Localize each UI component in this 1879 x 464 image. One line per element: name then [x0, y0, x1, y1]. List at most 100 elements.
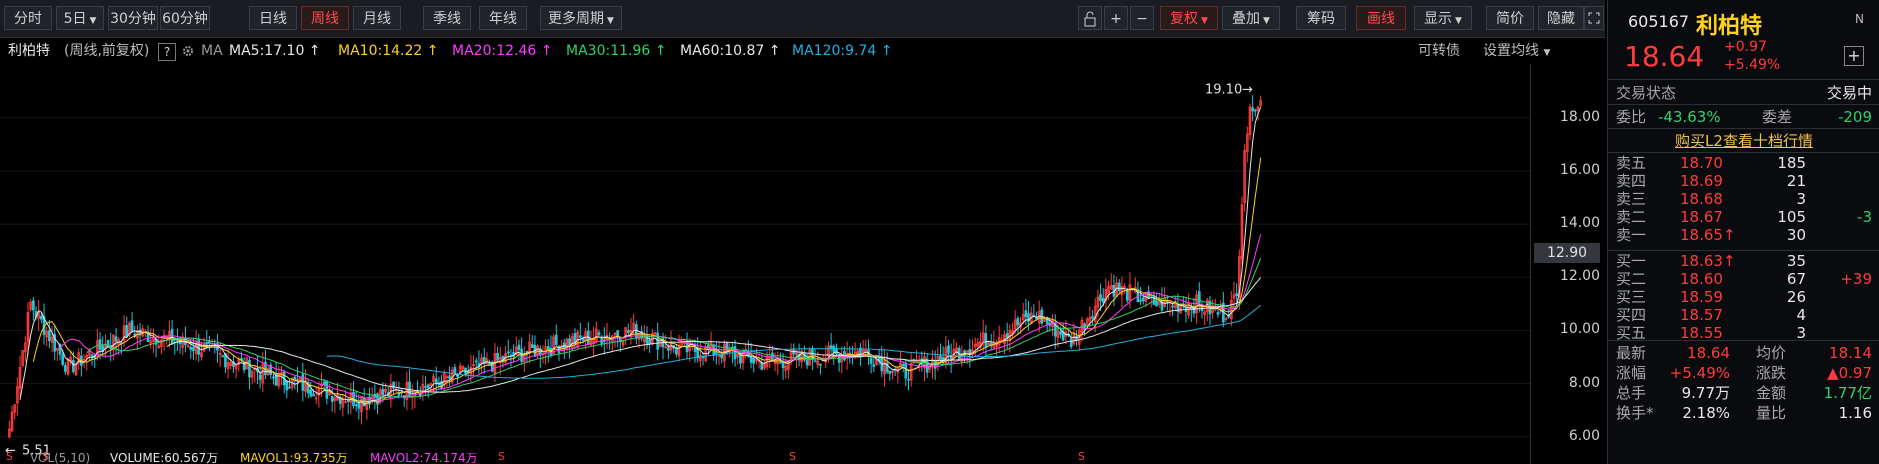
candle-body [1005, 333, 1009, 338]
candle-body [597, 332, 601, 336]
bid-volume: 26 [1786, 288, 1806, 306]
chevron-down-icon: ▼ [1263, 16, 1270, 26]
convertible-bond-link[interactable]: 可转债 [1418, 38, 1460, 64]
period-tab-fenshi[interactable]: 分时 [4, 6, 52, 30]
candle-body [530, 344, 534, 348]
overlay-dropdown[interactable]: 叠加 ▼ [1222, 6, 1280, 30]
bid-label: 买二 [1616, 270, 1647, 288]
candle-body [984, 333, 988, 349]
mavol1-value: MAVOL1:93.735万 [240, 453, 348, 464]
candle-body [546, 346, 550, 351]
candle-body [426, 384, 430, 388]
price-change-pct: +5.49% [1724, 57, 1781, 73]
bid-row[interactable]: 买三 18.59 26 [1608, 288, 1879, 306]
ask-row[interactable]: 卖二 18.67 105 -3 [1608, 208, 1879, 226]
set-ma-dropdown[interactable]: 设置均线 ▼ [1483, 38, 1550, 66]
bid-row[interactable]: 买四 18.57 4 [1608, 306, 1879, 324]
candle-body [325, 380, 329, 399]
candle-body [554, 334, 558, 345]
candle-body [1171, 305, 1174, 308]
candle-body [1016, 318, 1020, 326]
period-tab-weekly[interactable]: 周线 [301, 6, 349, 30]
period-tab-monthly[interactable]: 月线 [353, 6, 401, 30]
candle-body [517, 344, 521, 350]
ask-row[interactable]: 卖四 18.69 21 [1608, 172, 1879, 190]
candle-body [656, 332, 660, 350]
buy-l2-link[interactable]: 购买L2查看十档行情 [1608, 130, 1879, 152]
y-tick-label: 10.00 [1559, 321, 1600, 338]
period-tab-30min[interactable]: 30分钟 [108, 6, 158, 30]
lock-icon[interactable] [1078, 6, 1102, 30]
ask-volume: 185 [1777, 154, 1806, 172]
stat-row: 最新 18.64 均价 18.14 [1608, 344, 1879, 362]
bid-price: 18.57 [1680, 306, 1723, 324]
stat-value: ▲0.97 [1827, 364, 1872, 382]
candle-body [434, 378, 438, 384]
ask-label: 卖二 [1616, 208, 1647, 226]
volume-value: VOLUME:60.567万 [110, 453, 219, 464]
period-tab-daily[interactable]: 日线 [249, 6, 297, 30]
stat-label: 总手 [1616, 384, 1647, 402]
display-dropdown[interactable]: 显示 ▼ [1414, 6, 1472, 30]
candle-body [72, 360, 75, 372]
chip-distribution-button[interactable]: 筹码 [1296, 6, 1346, 30]
expand-icon[interactable] [1584, 6, 1604, 30]
ask-label: 卖五 [1616, 154, 1647, 172]
chevron-down-icon: ▼ [607, 16, 614, 26]
ask-volume: 21 [1786, 172, 1806, 190]
period-tab-60min[interactable]: 60分钟 [160, 6, 210, 30]
bid-price: 18.59 [1680, 288, 1723, 306]
gear-icon[interactable] [181, 38, 195, 67]
candle-body [901, 363, 905, 367]
candle-body [819, 363, 822, 366]
period-tab-quarterly[interactable]: 季线 [423, 6, 471, 30]
bid-row[interactable]: 买一 18.63↑ 35 [1608, 252, 1879, 270]
ask-row[interactable]: 卖三 18.68 3 [1608, 190, 1879, 208]
ask-label: 卖四 [1616, 172, 1647, 190]
bid-volume: 4 [1796, 306, 1806, 324]
ask-row[interactable]: 卖一 18.65↑ 30 [1608, 226, 1879, 244]
simple-price-button[interactable]: 简价 [1486, 6, 1534, 30]
candle-body [1059, 331, 1062, 335]
candle-body [437, 383, 441, 386]
add-watchlist-button[interactable]: + [1844, 46, 1864, 66]
bid-price: 18.63↑ [1680, 252, 1736, 270]
bid-volume: 67 [1786, 270, 1806, 288]
candle-body [1155, 300, 1158, 307]
period-tab-5day[interactable]: 5日 ▼ [56, 6, 104, 30]
candle-body [1117, 282, 1121, 292]
stat-value: +5.49% [1669, 364, 1730, 382]
candle-body [32, 300, 35, 311]
candle-body [346, 399, 350, 402]
max-arrow-icon: → [1242, 83, 1253, 98]
bid-delta: +39 [1840, 270, 1872, 288]
stat-label: 金额 [1756, 384, 1787, 402]
period-tab-yearly[interactable]: 年线 [479, 6, 527, 30]
weicha-value: -209 [1837, 108, 1872, 126]
y-tick-label: 8.00 [1568, 374, 1600, 391]
adjust-rights-dropdown[interactable]: 复权 ▼ [1160, 6, 1218, 30]
stat-row: 换手* 2.18% 量比 1.16 [1608, 404, 1879, 422]
ask-row[interactable]: 卖五 18.70 185 [1608, 154, 1879, 172]
candlestick-chart[interactable]: 19.10 →← 5.51S S S S S [0, 64, 1605, 464]
zoom-in-button[interactable]: + [1104, 6, 1128, 30]
candle-body [1139, 299, 1142, 302]
trade-status-value: 交易中 [1826, 84, 1872, 102]
ma60-line [166, 277, 1262, 393]
more-periods-dropdown[interactable]: 更多周期 ▼ [540, 6, 622, 30]
candle-body [578, 335, 582, 338]
candle-body [192, 346, 195, 352]
hide-button[interactable]: 隐藏 [1538, 6, 1584, 30]
candle-body [1251, 107, 1254, 112]
bid-row[interactable]: 买二 18.60 67 +39 [1608, 270, 1879, 288]
ask-price: 18.69 [1680, 172, 1723, 190]
candle-body [1125, 289, 1129, 301]
draw-line-button[interactable]: 画线 [1356, 6, 1406, 30]
candle-body [888, 370, 892, 374]
help-icon[interactable]: ? [158, 43, 176, 61]
candle-body [907, 378, 910, 381]
zoom-out-button[interactable]: − [1130, 6, 1154, 30]
ask-volume: 105 [1777, 208, 1806, 226]
ask-label: 卖一 [1616, 226, 1647, 244]
candle-body [248, 359, 251, 378]
